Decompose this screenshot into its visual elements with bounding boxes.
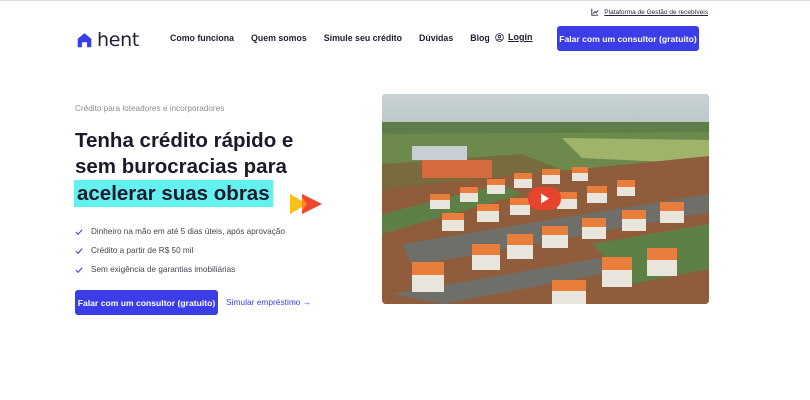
check-icon — [75, 266, 83, 273]
header-consultant-button[interactable]: Falar com um consultor (gratuito) — [557, 26, 699, 51]
user-circle-icon — [495, 32, 504, 42]
play-icon[interactable] — [528, 187, 561, 210]
check-icon — [75, 247, 83, 254]
hero-headline: Tenha crédito rápido e sem burocracias p… — [74, 128, 294, 207]
benefit-text: Dinheiro na mão em até 5 dias úteis, apó… — [91, 227, 285, 236]
check-icon — [75, 228, 83, 235]
benefit-item: Crédito a partir de R$ 50 mil — [75, 241, 285, 260]
chart-line-icon — [591, 8, 599, 16]
benefit-item: Sem exigência de garantias imobiliárias — [75, 260, 285, 279]
nav-simule-credito[interactable]: Simule seu crédito — [324, 33, 402, 43]
video-player[interactable] — [382, 94, 709, 304]
nav-quem-somos[interactable]: Quem somos — [251, 33, 307, 43]
headline-line-1: Tenha crédito rápido e — [75, 129, 294, 152]
logo[interactable]: hent — [76, 29, 139, 51]
main-nav: Como funciona Quem somos Simule seu créd… — [170, 33, 490, 43]
login-label: Login — [508, 32, 533, 42]
benefit-text: Sem exigência de garantias imobiliárias — [91, 265, 236, 274]
headline-line-2: sem burocracias para — [75, 155, 287, 178]
simulate-loan-link[interactable]: Simular empréstimo → — [226, 297, 311, 307]
top-divider — [0, 0, 810, 1]
nav-como-funciona[interactable]: Como funciona — [170, 33, 234, 43]
benefit-text: Crédito a partir de R$ 50 mil — [91, 246, 194, 255]
hero-eyebrow: Crédito para loteadores e incorporadores — [75, 104, 225, 113]
login-link[interactable]: Login — [495, 32, 533, 42]
benefit-item: Dinheiro na mão em até 5 dias úteis, apó… — [75, 222, 285, 241]
platform-link[interactable]: Plataforma de Gestão de recebíveis — [591, 8, 708, 16]
benefits-list: Dinheiro na mão em até 5 dias úteis, apó… — [75, 222, 285, 279]
arrow-decoration-icon — [290, 194, 322, 214]
hero-consultant-button[interactable]: Falar com um consultor (gratuito) — [75, 290, 218, 315]
headline-highlight: acelerar suas obras — [74, 180, 273, 207]
platform-link-label: Plataforma de Gestão de recebíveis — [604, 8, 708, 16]
nav-blog[interactable]: Blog — [470, 33, 490, 43]
logo-text: hent — [97, 29, 140, 51]
nav-duvidas[interactable]: Dúvidas — [419, 33, 453, 43]
house-icon — [77, 32, 92, 47]
